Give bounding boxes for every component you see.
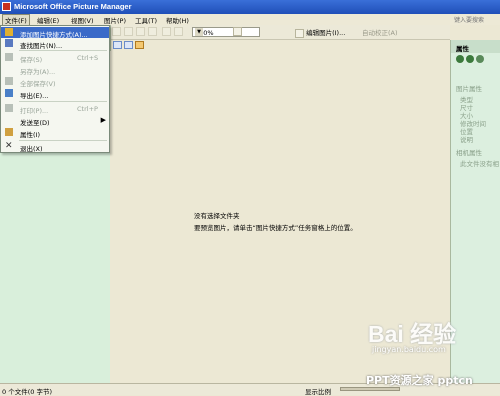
edit-picture-button[interactable]: 编辑图片(I)... [295,27,346,38]
ppt-watermark: PPT资源之家 pptcn [366,374,473,387]
menu-item-properties[interactable]: 属性(I) [1,127,109,139]
menu-item-save-as[interactable]: 另存为(A)... [1,64,109,76]
menu-tools[interactable]: 工具(T) [135,15,157,25]
edit-picture-icon [295,28,304,38]
filmstrip-view-icon[interactable] [124,41,133,49]
paste-icon[interactable] [136,27,145,36]
help-icon[interactable] [233,27,242,36]
single-view-icon[interactable] [135,41,144,49]
save-icon [5,53,13,61]
menu-item-print[interactable]: 打印(P)... Ctrl+P [1,103,109,115]
add-shortcut-icon [5,28,13,36]
menu-edit[interactable]: 编辑(E) [37,15,59,25]
menu-help[interactable]: 帮助(H) [166,15,189,25]
export-icon [5,89,13,97]
back-icon[interactable] [456,55,464,63]
menu-bar: 文件(F) 编辑(E) 视图(V) 图片(P) 工具(T) 帮助(H) [0,14,500,26]
pane-nav [454,55,498,65]
thumbnail-view-icon[interactable] [113,41,122,49]
redo-icon[interactable] [174,27,183,36]
delete-icon[interactable] [148,27,157,36]
title-bar: Microsoft Office Picture Manager [0,0,500,14]
app-icon [2,2,11,11]
preview-hint-message: 要预览图片，请单击“图片快捷方式”任务窗格上的位置。 [194,224,357,232]
picture-properties-label: 图片属性 [456,85,482,93]
view-mode-bar [110,39,450,51]
auto-correct-button[interactable]: 自动校正(A) [362,27,398,37]
zoom-label: 显示比例 [305,388,331,396]
save-toolbar-icon[interactable] [112,27,121,36]
no-folder-message: 没有选择文件夹 [194,212,240,220]
window-title: Microsoft Office Picture Manager [14,2,132,11]
baidu-watermark: Bai 经验 [368,321,457,347]
toolbar [110,25,450,40]
watermark-url: jingyan.baidu.com [372,345,446,354]
camera-properties-label: 相机属性 [456,149,482,157]
find-icon [5,39,13,47]
menu-item-save-all[interactable]: 全部保存(V) [1,76,109,88]
forward-icon[interactable] [466,55,474,63]
chevron-right-icon: ▶ [100,116,106,124]
home-icon[interactable] [476,55,484,63]
menu-item-add-shortcut[interactable]: 添加图片快捷方式(A)... [1,27,109,39]
properties-pane: 属性 图片属性 类型 尺寸 大小 修改时间 位置 说明 相机属性 此文件没有相 [450,40,500,383]
menu-item-send-to[interactable]: 发送至(D) ▶ [1,115,109,127]
properties-title: 属性 [456,45,469,53]
menu-separator [19,50,107,51]
undo-icon[interactable] [162,27,171,36]
edit-picture-label: 编辑图片(I)... [306,29,346,37]
menu-item-export[interactable]: 导出(E)... [1,88,109,100]
chevron-down-icon[interactable]: ▼ [195,28,203,36]
file-count: 0 个文件(0 字节) [2,388,52,396]
description-label: 说明 [460,136,473,144]
save-all-icon [5,77,13,85]
print-icon [5,104,13,112]
zoom-select[interactable]: 100% ▼ [192,27,260,37]
help-search-box[interactable]: 键入要搜索 [454,15,496,24]
menu-view[interactable]: 视图(V) [71,15,94,25]
copy-icon[interactable] [124,27,133,36]
menu-item-save[interactable]: 保存(S) Ctrl+S [1,52,109,64]
auto-correct-label: 自动校正(A) [362,29,398,37]
no-camera-info-label: 此文件没有相 [460,160,499,168]
close-icon: ✕ [5,141,13,151]
menu-picture[interactable]: 图片(P) [104,15,126,25]
menu-item-find[interactable]: 查找图片(N)... [1,38,109,50]
properties-icon [5,128,13,136]
menu-item-exit[interactable]: ✕ 退出(X) [1,141,109,154]
properties-header: 属性 [451,40,500,53]
file-menu: 添加图片快捷方式(A)... 查找图片(N)... 保存(S) Ctrl+S 另… [0,25,110,153]
menu-separator [19,101,107,102]
